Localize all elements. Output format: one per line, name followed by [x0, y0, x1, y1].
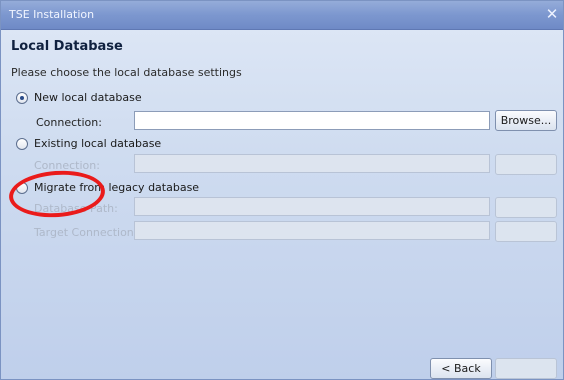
existing-browse-button	[495, 154, 557, 175]
back-button[interactable]: < Back	[430, 358, 492, 379]
target-connection-input	[134, 221, 490, 240]
existing-connection-input	[134, 154, 490, 173]
page-heading: Local Database	[11, 39, 123, 54]
database-path-input	[134, 197, 490, 216]
database-path-browse-button	[495, 197, 557, 218]
radio-existing-database[interactable]: Existing local database	[16, 137, 161, 150]
window-title: TSE Installation	[9, 8, 95, 21]
next-button	[495, 358, 557, 379]
radio-new-database-indicator[interactable]	[16, 91, 28, 104]
close-icon[interactable]: ✕	[543, 5, 561, 23]
radio-new-database[interactable]: New local database	[16, 91, 142, 104]
page-subheading: Please choose the local database setting…	[11, 66, 242, 79]
radio-new-database-label: New local database	[34, 91, 142, 104]
installer-window: TSE Installation ✕ Local Database Please…	[0, 0, 564, 380]
browse-button[interactable]: Browse...	[495, 110, 557, 131]
radio-existing-database-indicator[interactable]	[16, 137, 28, 150]
target-connection-label: Target Connection:	[34, 226, 138, 239]
radio-existing-database-label: Existing local database	[34, 137, 162, 150]
new-connection-label: Connection:	[36, 116, 102, 129]
title-bar: TSE Installation ✕	[1, 1, 563, 30]
new-connection-input[interactable]	[134, 111, 490, 130]
target-connection-browse-button	[495, 221, 557, 242]
